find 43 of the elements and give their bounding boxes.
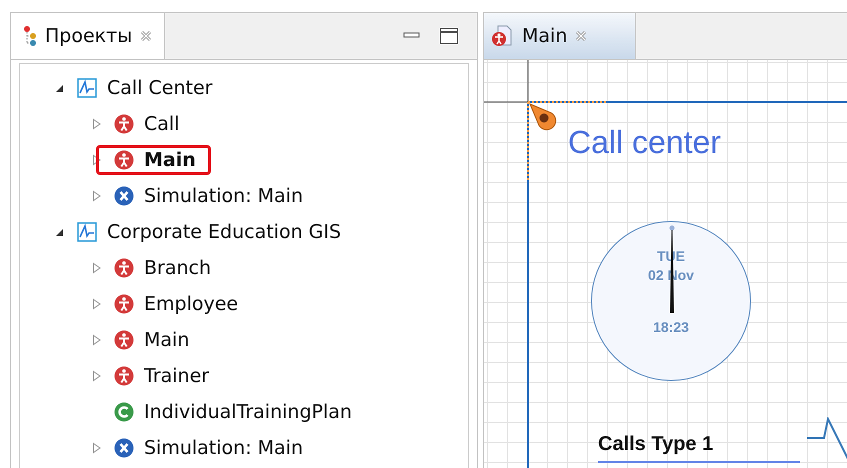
collapsed-triangle-icon[interactable] xyxy=(92,118,102,130)
collapsed-triangle-icon[interactable] xyxy=(92,334,102,346)
close-icon[interactable] xyxy=(140,30,152,42)
tree-item[interactable]: Trainer xyxy=(144,365,210,387)
person-icon xyxy=(114,150,134,170)
model-icon xyxy=(77,222,97,242)
x-circle-icon xyxy=(114,186,134,206)
x-circle-icon xyxy=(114,438,134,458)
tree-item[interactable]: Branch xyxy=(144,257,212,279)
clock-time: 18:23 xyxy=(652,319,690,335)
person-icon xyxy=(114,366,134,386)
tree-item[interactable]: Call xyxy=(144,113,180,135)
maximize-icon[interactable] xyxy=(439,27,459,45)
model-icon xyxy=(77,78,97,98)
projects-tab[interactable]: Проекты xyxy=(11,13,166,59)
person-icon xyxy=(114,294,134,314)
person-icon xyxy=(114,258,134,278)
pin-icon xyxy=(529,103,559,133)
tree-item[interactable]: Simulation: Main xyxy=(144,437,304,459)
person-icon xyxy=(114,330,134,350)
tree-item[interactable]: Simulation: Main xyxy=(144,185,304,207)
sparkline-drawing xyxy=(807,417,847,461)
person-icon xyxy=(114,114,134,134)
collapsed-triangle-icon[interactable] xyxy=(92,298,102,310)
collapsed-triangle-icon[interactable] xyxy=(92,190,102,202)
close-icon[interactable] xyxy=(575,30,588,42)
collapsed-triangle-icon[interactable] xyxy=(92,370,102,382)
tree-item[interactable]: Employee xyxy=(144,293,238,315)
tree-icon xyxy=(23,25,37,47)
origin-lines-drawing xyxy=(484,60,528,102)
collapsed-triangle-icon[interactable] xyxy=(92,154,102,166)
editor-tab[interactable]: Main xyxy=(484,13,636,59)
tree-item[interactable]: Call Center xyxy=(107,77,212,99)
tree-item[interactable]: IndividualTrainingPlan xyxy=(144,401,352,423)
canvas-title: Call center xyxy=(568,124,721,161)
tree-item[interactable]: Main xyxy=(144,329,190,351)
tree-item[interactable]: Corporate Education GIS xyxy=(107,221,342,243)
c-circle-icon xyxy=(114,402,134,422)
collapsed-triangle-icon[interactable] xyxy=(92,262,102,274)
collapsed-triangle-icon[interactable] xyxy=(92,442,102,454)
agent-document-icon xyxy=(490,24,514,48)
tree-item[interactable]: Main xyxy=(144,149,196,171)
chart-label: Calls Type 1 xyxy=(598,433,714,456)
